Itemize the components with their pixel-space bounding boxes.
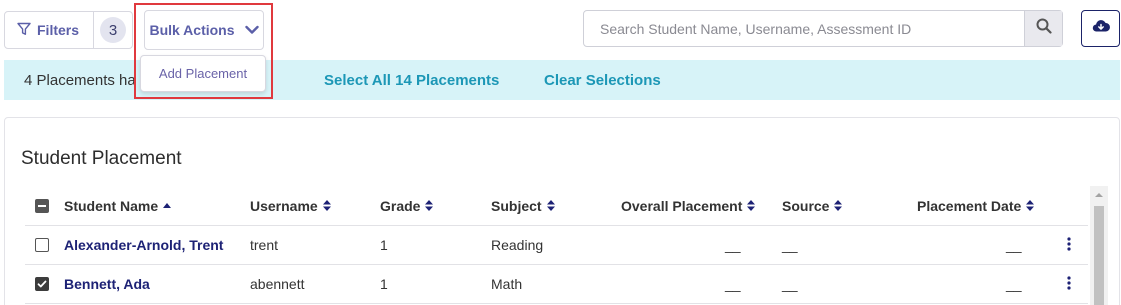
sort-both-icon [747,198,756,214]
column-header-placement-date[interactable]: Placement Date [917,186,1035,225]
cloud-download-icon [1092,18,1110,39]
cell-source: __ [782,237,798,253]
search-box [583,10,1063,47]
column-header-source[interactable]: Source [782,186,843,225]
table-row: Alexander-Arnold, Trent trent 1 Reading … [25,226,1088,265]
cell-placement-date: __ [1006,237,1022,253]
table-scrollbar[interactable] [1090,186,1108,305]
scroll-up-icon[interactable] [1090,186,1108,204]
column-label: Source [782,197,830,214]
bulk-actions-button[interactable]: Bulk Actions [144,10,264,50]
chevron-down-icon [244,22,259,38]
student-name-link[interactable]: Alexander-Arnold, Trent [64,237,223,253]
card-title: Student Placement [21,148,182,169]
cell-student-name: Alexander-Arnold, Trent [64,226,223,264]
column-header-grade[interactable]: Grade [380,186,434,225]
table-row: Bennett, Ada abennett 1 Math __ __ __ [25,265,1088,304]
cell-username: abennett [250,276,305,292]
select-all-checkbox-cell [35,186,49,225]
row-checkbox[interactable] [35,238,49,252]
cell-grade: 1 [380,237,388,253]
filters-group: Filters 3 [4,11,134,49]
sort-both-icon [546,198,555,214]
filters-count-wrap: 3 [94,12,132,48]
bulk-actions-menu: Add Placement [140,55,266,92]
kebab-icon [1067,275,1071,293]
column-header-username[interactable]: Username [250,186,331,225]
student-placement-card: Student Placement Student Name Username … [4,117,1120,305]
search-button[interactable] [1024,11,1062,46]
student-name-link[interactable]: Bennett, Ada [64,276,150,292]
column-label: Username [250,197,318,214]
filters-count-badge: 3 [100,17,127,43]
column-label: Subject [491,197,542,214]
cell-overall-placement: __ [725,276,741,292]
filters-label: Filters [37,22,80,38]
column-label: Student Name [64,197,159,214]
selection-status: 4 Placements ha [24,71,136,89]
filters-button[interactable]: Filters [5,12,95,48]
sort-both-icon [322,198,331,214]
menu-item-add-placement[interactable]: Add Placement [159,66,247,81]
page: Filters 3 Bulk Actions Add Placement 4 P… [0,0,1121,305]
filter-icon [17,22,31,39]
column-header-subject[interactable]: Subject [491,186,555,225]
cell-subject: Math [491,276,523,292]
column-label: Grade [380,197,421,214]
download-button[interactable] [1081,10,1120,47]
select-all-checkbox[interactable] [35,198,49,213]
select-all-link[interactable]: Select All 14 Placements [324,72,499,89]
column-label: Placement Date [917,197,1022,214]
sort-both-icon [425,198,434,214]
row-checkbox-cell [35,226,49,264]
row-checkbox[interactable] [35,277,49,291]
cell-source: __ [782,276,798,292]
cell-username: trent [250,237,279,253]
row-actions-button[interactable] [1062,226,1076,264]
checkmark-icon [37,276,47,292]
search-input[interactable] [584,11,1024,46]
bulk-actions-label: Bulk Actions [149,22,235,38]
cell-student-name: Bennett, Ada [64,265,150,303]
row-actions-button[interactable] [1062,265,1076,303]
sort-both-icon [1026,198,1035,214]
clear-selections-link[interactable]: Clear Selections [544,72,661,89]
row-checkbox-cell [35,265,49,303]
column-label: Overall Placement [621,197,743,214]
table-header-row: Student Name Username Grade Subject Over… [25,186,1088,226]
column-header-student-name[interactable]: Student Name [64,186,172,225]
scrollbar-thumb[interactable] [1094,206,1104,305]
cell-placement-date: __ [1006,276,1022,292]
sort-asc-icon [163,198,172,214]
cell-overall-placement: __ [725,237,741,253]
sort-both-icon [834,198,843,214]
search-icon [1036,18,1052,39]
kebab-icon [1067,236,1071,254]
column-header-overall-placement[interactable]: Overall Placement [621,186,756,225]
placement-table: Student Name Username Grade Subject Over… [25,186,1088,304]
cell-grade: 1 [380,276,388,292]
cell-subject: Reading [491,237,544,253]
